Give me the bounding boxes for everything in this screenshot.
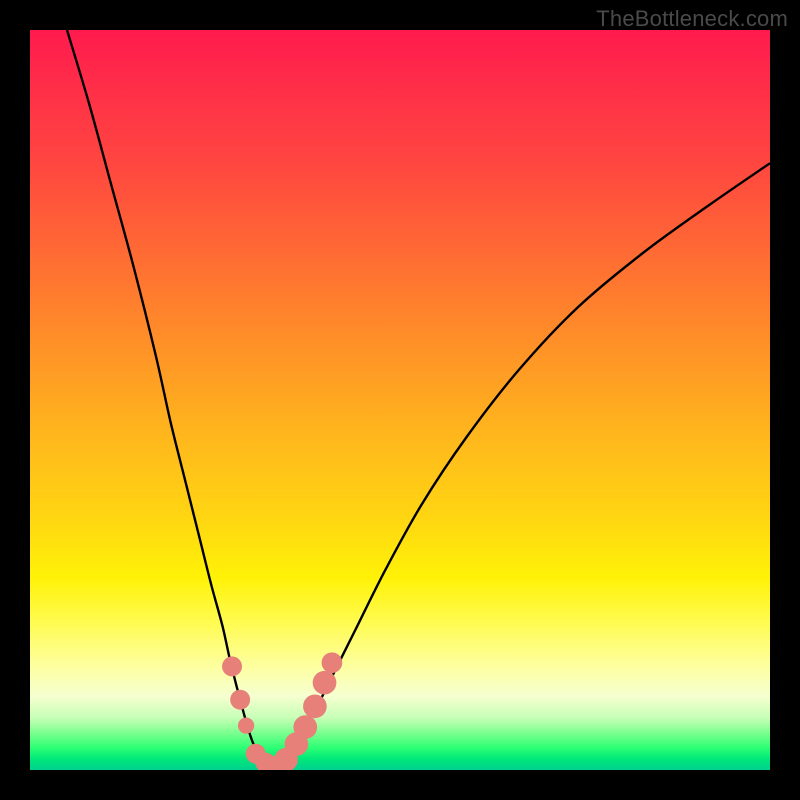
curve-layer [30,30,770,770]
data-marker [322,652,343,673]
data-marker [293,715,317,739]
chart-frame: TheBottleneck.com [0,0,800,800]
data-marker [222,656,242,676]
data-marker [313,671,337,695]
data-marker [230,690,250,710]
data-markers [222,652,342,770]
curve-left-branch [67,30,274,766]
plot-area [30,30,770,770]
data-marker [238,717,254,733]
curve-right-branch [274,163,770,766]
data-marker [303,695,327,719]
attribution-watermark: TheBottleneck.com [596,6,788,32]
